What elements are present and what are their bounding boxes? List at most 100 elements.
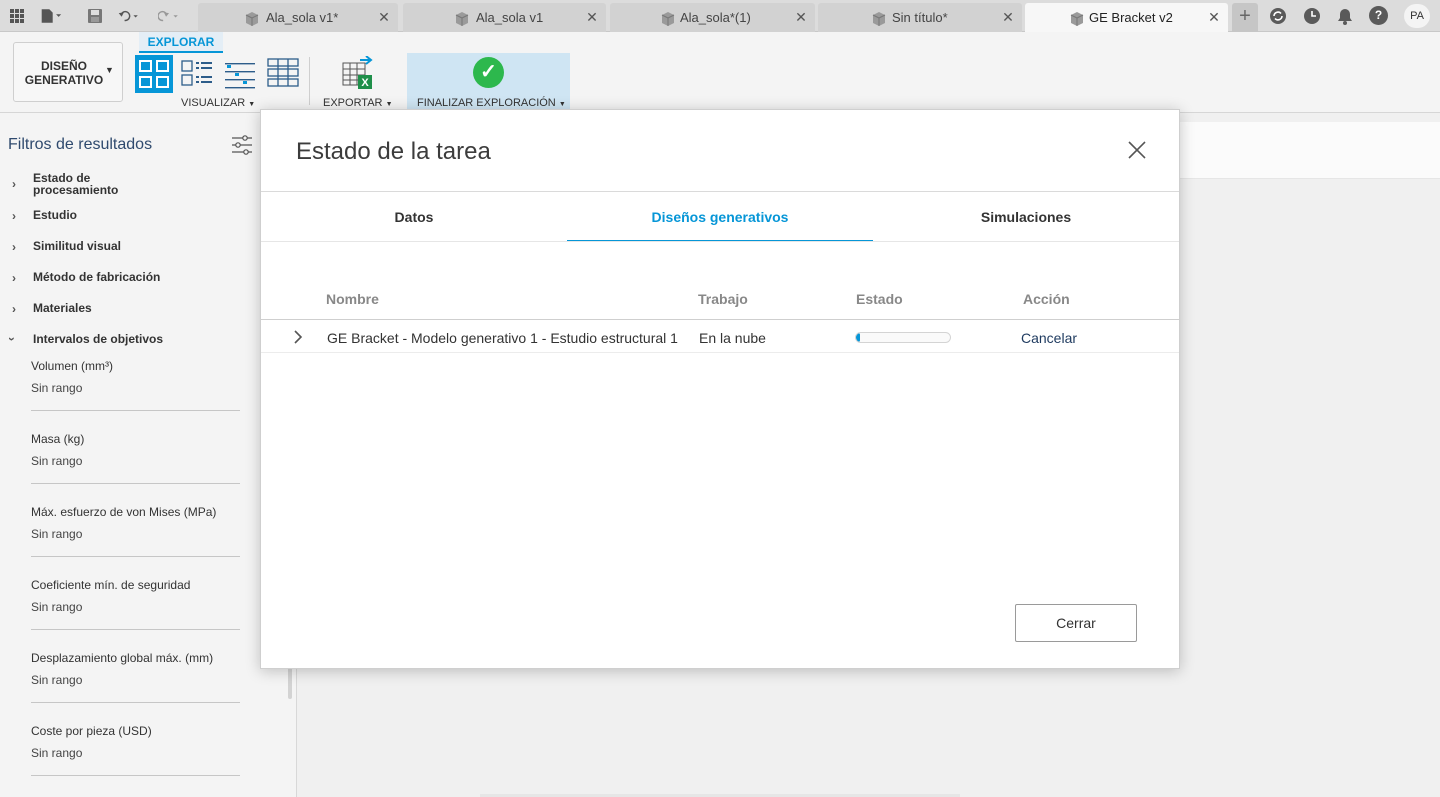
filter-settings-icon[interactable] — [231, 135, 253, 155]
filter-max-von-mises[interactable]: Máx. esfuerzo de von Mises (MPa) Sin ran… — [31, 505, 240, 557]
filter-label: Coeficiente mín. de seguridad — [31, 578, 191, 592]
tab-simulations[interactable]: Simulaciones — [873, 192, 1179, 242]
filter-mass[interactable]: Masa (kg) Sin rango — [31, 432, 240, 484]
results-canvas-header — [1180, 122, 1440, 179]
tab-label: Ala_sola*(1) — [680, 10, 751, 25]
finish-label: FINALIZAR EXPLORACIÓN — [417, 97, 556, 109]
filter-min-safety-factor[interactable]: Coeficiente mín. de seguridad Sin rango — [31, 578, 240, 630]
column-header-action: Acción — [1023, 291, 1070, 307]
category-label: Materiales — [33, 301, 92, 315]
table-view-icon[interactable] — [264, 55, 302, 93]
chevron-right-icon: › — [12, 271, 16, 285]
export-label: EXPORTAR — [323, 97, 383, 109]
cube-icon — [872, 12, 886, 26]
finish-exploration-button[interactable]: ✓ FINALIZAR EXPLORACIÓN ▼ — [407, 53, 570, 113]
close-tab-icon[interactable]: ✕ — [1000, 9, 1016, 25]
cube-icon — [245, 12, 259, 26]
filter-panel-title: Filtros de resultados — [8, 136, 153, 153]
filter-category-processing-state[interactable]: › Estado de procesamiento — [0, 172, 260, 196]
chevron-right-icon: › — [12, 302, 16, 316]
cube-icon — [661, 12, 675, 26]
filter-max-displacement[interactable]: Desplazamiento global máx. (mm) Sin rang… — [31, 651, 240, 703]
close-tab-icon[interactable]: ✕ — [376, 9, 392, 25]
close-dialog-button[interactable]: Cerrar — [1015, 604, 1137, 642]
category-label: Similitud visual — [33, 239, 122, 253]
list-view-icon[interactable] — [221, 55, 259, 93]
filter-label: Desplazamiento global máx. (mm) — [31, 651, 214, 665]
filter-value: Sin rango — [31, 673, 83, 687]
export-excel-icon[interactable]: X — [338, 55, 376, 94]
results-filter-panel: Filtros de resultados › Estado de proces… — [0, 113, 297, 797]
close-icon[interactable] — [1127, 140, 1147, 160]
document-tab-bar: Ala_sola v1* ✕ Ala_sola v1 ✕ Ala_sola*(1… — [0, 0, 1440, 32]
column-header-name: Nombre — [326, 291, 379, 307]
chevron-right-icon: › — [12, 240, 16, 254]
filter-cost-per-part[interactable]: Coste por pieza (USD) Sin rango — [31, 724, 240, 776]
filter-label: Máx. esfuerzo de von Mises (MPa) — [31, 505, 217, 519]
chevron-right-icon: › — [12, 209, 16, 223]
document-tab-1[interactable]: Ala_sola v1* ✕ — [198, 3, 398, 32]
tab-generative-designs[interactable]: Diseños generativos — [567, 192, 873, 242]
caret-down-icon: ▼ — [558, 101, 566, 108]
finish-exploration-menu[interactable]: FINALIZAR EXPLORACIÓN ▼ — [417, 97, 566, 109]
save-icon[interactable] — [84, 5, 106, 27]
svg-text:X: X — [361, 77, 369, 89]
ribbon-toolbar: DISEÑO GENERATIVO ▼ EXPLORAR VISUALIZAR … — [0, 32, 1440, 113]
notifications-bell-icon[interactable] — [1334, 5, 1356, 27]
visualize-menu[interactable]: VISUALIZAR ▼ — [181, 97, 255, 109]
document-tab-2[interactable]: Ala_sola v1 ✕ — [403, 3, 606, 32]
workspace-label: DISEÑO GENERATIVO — [24, 59, 104, 87]
export-menu[interactable]: EXPORTAR ▼ — [323, 97, 393, 109]
close-tab-icon[interactable]: ✕ — [793, 9, 809, 25]
category-label: Estado de procesamiento — [33, 171, 119, 197]
filter-volume[interactable]: Volumen (mm³) Sin rango — [31, 359, 240, 411]
list-grid-view-icon[interactable] — [178, 55, 216, 93]
history-clock-icon[interactable] — [1301, 5, 1323, 27]
document-tab-4[interactable]: Sin título* ✕ — [818, 3, 1022, 32]
app-grid-icon[interactable] — [6, 5, 28, 27]
close-tab-icon[interactable]: ✕ — [584, 9, 600, 25]
task-job: En la nube — [699, 330, 766, 346]
column-header-status: Estado — [856, 291, 903, 307]
table-row: GE Bracket - Modelo generativo 1 - Estud… — [261, 320, 1179, 353]
tab-label: Ala_sola v1* — [266, 10, 339, 25]
grid-view-icon[interactable] — [135, 55, 173, 93]
tab-label: Sin título* — [892, 10, 948, 25]
new-tab-button[interactable]: + — [1232, 3, 1258, 32]
file-menu-icon[interactable] — [40, 5, 62, 27]
document-tab-active[interactable]: GE Bracket v2 ✕ — [1025, 3, 1228, 32]
filter-value: Sin rango — [31, 746, 83, 760]
tab-label: Ala_sola v1 — [476, 10, 544, 25]
divider — [261, 241, 1179, 242]
visualize-label: VISUALIZAR — [181, 97, 246, 109]
document-tab-3[interactable]: Ala_sola*(1) ✕ — [610, 3, 815, 32]
task-name: GE Bracket - Modelo generativo 1 - Estud… — [327, 330, 678, 346]
category-label: Método de fabricación — [33, 270, 161, 284]
tab-data[interactable]: Datos — [261, 192, 567, 242]
job-status-icon[interactable] — [1267, 5, 1289, 27]
close-tab-icon[interactable]: ✕ — [1206, 9, 1222, 25]
user-avatar[interactable]: PA — [1404, 4, 1430, 28]
toolbar-separator — [309, 57, 310, 105]
caret-down-icon: ▼ — [105, 65, 114, 75]
dialog-title: Estado de la tarea — [296, 138, 491, 165]
checkmark-icon: ✓ — [473, 57, 504, 88]
filter-value: Sin rango — [31, 527, 83, 541]
filter-value: Sin rango — [31, 454, 83, 468]
category-label: Estudio — [33, 208, 77, 222]
help-icon[interactable]: ? — [1369, 6, 1388, 25]
redo-icon[interactable] — [158, 5, 180, 27]
tab-label: GE Bracket v2 — [1089, 10, 1173, 25]
chevron-down-icon: › — [5, 337, 19, 341]
cancel-task-link[interactable]: Cancelar — [1021, 330, 1077, 346]
task-status-dialog: Estado de la tarea Datos Diseños generat… — [260, 109, 1180, 669]
undo-icon[interactable] — [118, 5, 140, 27]
chevron-right-icon[interactable] — [291, 329, 305, 345]
filter-value: Sin rango — [31, 381, 83, 395]
column-header-job: Trabajo — [698, 291, 748, 307]
workspace-switcher-button[interactable]: DISEÑO GENERATIVO ▼ — [13, 42, 123, 102]
cube-icon — [455, 12, 469, 26]
progress-fill — [856, 333, 860, 342]
tab-explorar[interactable]: EXPLORAR — [139, 32, 223, 53]
caret-down-icon: ▼ — [385, 101, 393, 108]
